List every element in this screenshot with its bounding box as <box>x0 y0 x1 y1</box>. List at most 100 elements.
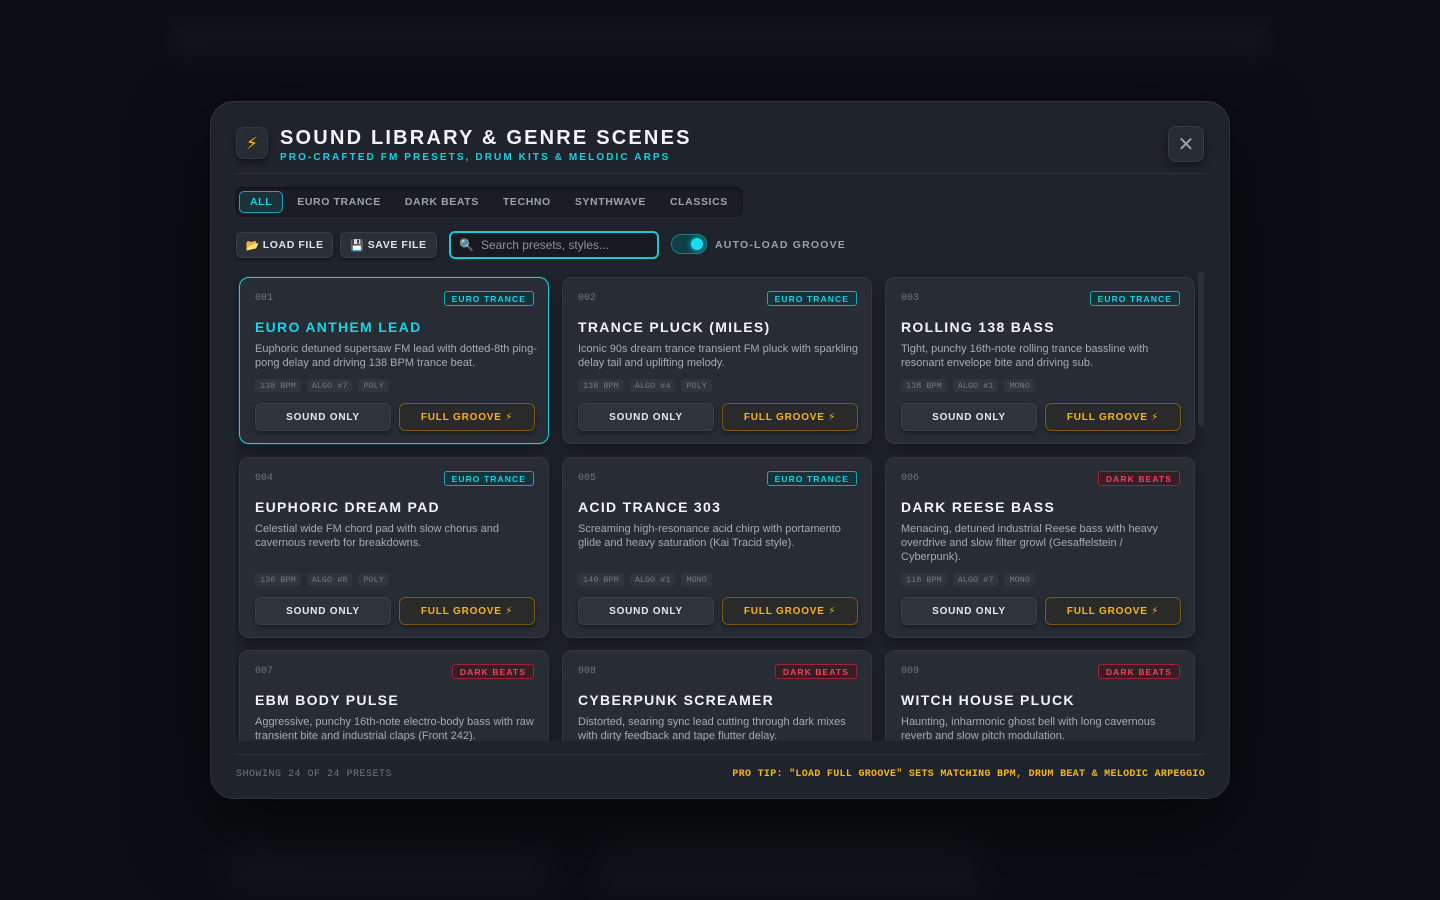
toolbar: 📂 LOAD FILE 💾 SAVE FILE 🔍 AUTO-LOAD GROO… <box>235 231 935 259</box>
full-groove-button[interactable]: FULL GROOVE ⚡ <box>399 597 535 625</box>
search-input[interactable] <box>480 238 651 252</box>
preset-tag: 118 BPM <box>901 573 947 586</box>
preset-title: EUPHORIC DREAM PAD <box>255 499 440 515</box>
preset-description: Tight, punchy 16th-note rolling trance b… <box>901 343 1149 369</box>
preset-number: 002 <box>578 293 597 304</box>
floppy-disk-icon: 💾 <box>350 239 365 252</box>
preset-tag: ALGO #1 <box>629 573 676 586</box>
preset-card[interactable]: 006 DARK BEATS DARK REESE BASS Menacing, de… <box>885 457 1195 638</box>
preset-card[interactable]: 003 EURO TRANCE ROLLING 138 BASS Tight, pun… <box>885 277 1195 444</box>
preset-number: 007 <box>255 666 274 677</box>
preset-number: 009 <box>901 666 920 677</box>
preset-grid-scrollbar[interactable] <box>1198 272 1204 426</box>
preset-number: 008 <box>578 666 597 677</box>
close-icon: ✕ <box>1177 133 1195 156</box>
close-button[interactable]: ✕ <box>1168 126 1204 162</box>
preset-title: TRANCE PLUCK (MILES) <box>578 319 771 335</box>
sound-only-button[interactable]: SOUND ONLY <box>901 597 1037 625</box>
sound-only-button[interactable]: SOUND ONLY <box>578 403 714 431</box>
preset-card[interactable]: 007 DARK BEATS EBM BODY PULSE Aggressive, p… <box>239 650 549 741</box>
sound-only-button[interactable]: SOUND ONLY <box>578 597 714 625</box>
preset-description: Menacing, detuned industrial Reese bass … <box>901 523 1158 563</box>
full-groove-button[interactable]: FULL GROOVE ⚡ <box>722 597 858 625</box>
preset-tag: ALGO #4 <box>629 379 676 392</box>
sound-only-button[interactable]: SOUND ONLY <box>901 403 1037 431</box>
preset-tag: ALGO #1 <box>952 379 999 392</box>
genre-tabs: ALL EURO TRANCE DARK BEATS TECHNO SYNTHWAVE C… <box>235 187 743 217</box>
preset-tag: 138 BPM <box>578 379 624 392</box>
genre-badge: DARK BEATS <box>451 664 534 679</box>
preset-title: ROLLING 138 BASS <box>901 319 1055 335</box>
preset-description: Celestial wide FM chord pad with slow ch… <box>255 523 499 549</box>
preset-description: Iconic 90s dream trance transient FM plu… <box>578 343 859 369</box>
preset-tag: MONO <box>681 573 712 586</box>
preset-tags: 138 BPM ALGO #4 POLY <box>578 379 712 392</box>
tab-classics[interactable]: CLASSICS <box>660 191 738 213</box>
preset-number: 005 <box>578 473 597 484</box>
sound-only-button[interactable]: SOUND ONLY <box>255 403 391 431</box>
load-file-button[interactable]: 📂 LOAD FILE <box>236 232 333 258</box>
preset-tags: 118 BPM ALGO #7 MONO <box>901 573 1035 586</box>
preset-number: 006 <box>901 473 920 484</box>
save-file-button[interactable]: 💾 SAVE FILE <box>340 232 437 258</box>
preset-number: 003 <box>901 293 920 304</box>
tab-euro-trance[interactable]: EURO TRANCE <box>287 191 391 213</box>
modal-subtitle: PRO-CRAFTED FM PRESETS, DRUM KITS & MELO… <box>280 152 671 163</box>
genre-badge: DARK BEATS <box>1097 471 1180 486</box>
preset-grid: 001 EURO TRANCE EURO ANTHEM LEAD Euphoric d… <box>235 272 1205 741</box>
modal-title: SOUND LIBRARY & GENRE SCENES <box>280 127 692 149</box>
genre-badge: DARK BEATS <box>774 664 857 679</box>
preset-number: 001 <box>255 293 274 304</box>
preset-card[interactable]: 001 EURO TRANCE EURO ANTHEM LEAD Euphoric d… <box>239 277 549 444</box>
sound-only-button[interactable]: SOUND ONLY <box>255 597 391 625</box>
preset-description: Screaming high-resonance acid chirp with… <box>578 523 841 549</box>
pro-tip: PRO TIP: "LOAD FULL GROOVE" SETS MATCHIN… <box>732 769 1205 780</box>
preset-card[interactable]: 009 DARK BEATS WITCH HOUSE PLUCK Haunting, … <box>885 650 1195 741</box>
preset-tag: POLY <box>681 379 712 392</box>
genre-badge: EURO TRANCE <box>443 471 534 486</box>
genre-badge: EURO TRANCE <box>766 471 857 486</box>
preset-card[interactable]: 004 EURO TRANCE EUPHORIC DREAM PAD Celestia… <box>239 457 549 638</box>
modal-header: ⚡ SOUND LIBRARY & GENRE SCENES PRO-CRAFT… <box>235 126 1205 174</box>
preset-description: Euphoric detuned supersaw FM lead with d… <box>255 343 537 369</box>
tab-synthwave[interactable]: SYNTHWAVE <box>565 191 656 213</box>
preset-count: SHOWING 24 OF 24 PRESETS <box>236 769 393 780</box>
preset-description: Haunting, inharmonic ghost bell with lon… <box>901 716 1156 741</box>
load-file-label: LOAD FILE <box>262 239 324 251</box>
preset-tags: 138 BPM ALGO #7 POLY <box>255 379 389 392</box>
tab-all[interactable]: ALL <box>239 191 284 213</box>
auto-load-groove-toggle[interactable] <box>671 234 707 254</box>
genre-badge: EURO TRANCE <box>1089 291 1180 306</box>
preset-tag: MONO <box>1004 573 1035 586</box>
genre-badge: DARK BEATS <box>1097 664 1180 679</box>
full-groove-button[interactable]: FULL GROOVE ⚡ <box>1045 597 1181 625</box>
genre-badge: EURO TRANCE <box>443 291 534 306</box>
genre-badge: EURO TRANCE <box>766 291 857 306</box>
tab-techno[interactable]: TECHNO <box>493 191 561 213</box>
preset-tag: ALGO #7 <box>306 379 353 392</box>
preset-tags: 140 BPM ALGO #1 MONO <box>578 573 712 586</box>
preset-title: EURO ANTHEM LEAD <box>255 319 422 335</box>
preset-tag: 138 BPM <box>901 379 947 392</box>
preset-tags: 138 BPM ALGO #1 MONO <box>901 379 1035 392</box>
tab-dark-beats[interactable]: DARK BEATS <box>395 191 489 213</box>
preset-tags: 136 BPM ALGO #8 POLY <box>255 573 389 586</box>
preset-title: EBM BODY PULSE <box>255 692 399 708</box>
folder-icon: 📂 <box>245 239 260 252</box>
preset-tag: POLY <box>358 379 389 392</box>
search-box[interactable]: 🔍 <box>449 231 659 259</box>
full-groove-button[interactable]: FULL GROOVE ⚡ <box>722 403 858 431</box>
lightning-icon: ⚡ <box>236 127 268 159</box>
full-groove-button[interactable]: FULL GROOVE ⚡ <box>399 403 535 431</box>
preset-tag: POLY <box>358 573 389 586</box>
preset-tag: 136 BPM <box>255 573 301 586</box>
save-file-label: SAVE FILE <box>367 239 427 251</box>
preset-card[interactable]: 002 EURO TRANCE TRANCE PLUCK (MILES) Iconic… <box>562 277 872 444</box>
preset-tag: 140 BPM <box>578 573 624 586</box>
preset-description: Aggressive, punchy 16th-note electro-bod… <box>255 716 534 741</box>
preset-card[interactable]: 008 DARK BEATS CYBERPUNK SCREAMER Distorted… <box>562 650 872 741</box>
preset-card[interactable]: 005 EURO TRANCE ACID TRANCE 303 Screaming h… <box>562 457 872 638</box>
preset-number: 004 <box>255 473 274 484</box>
full-groove-button[interactable]: FULL GROOVE ⚡ <box>1045 403 1181 431</box>
preset-title: CYBERPUNK SCREAMER <box>578 692 775 708</box>
